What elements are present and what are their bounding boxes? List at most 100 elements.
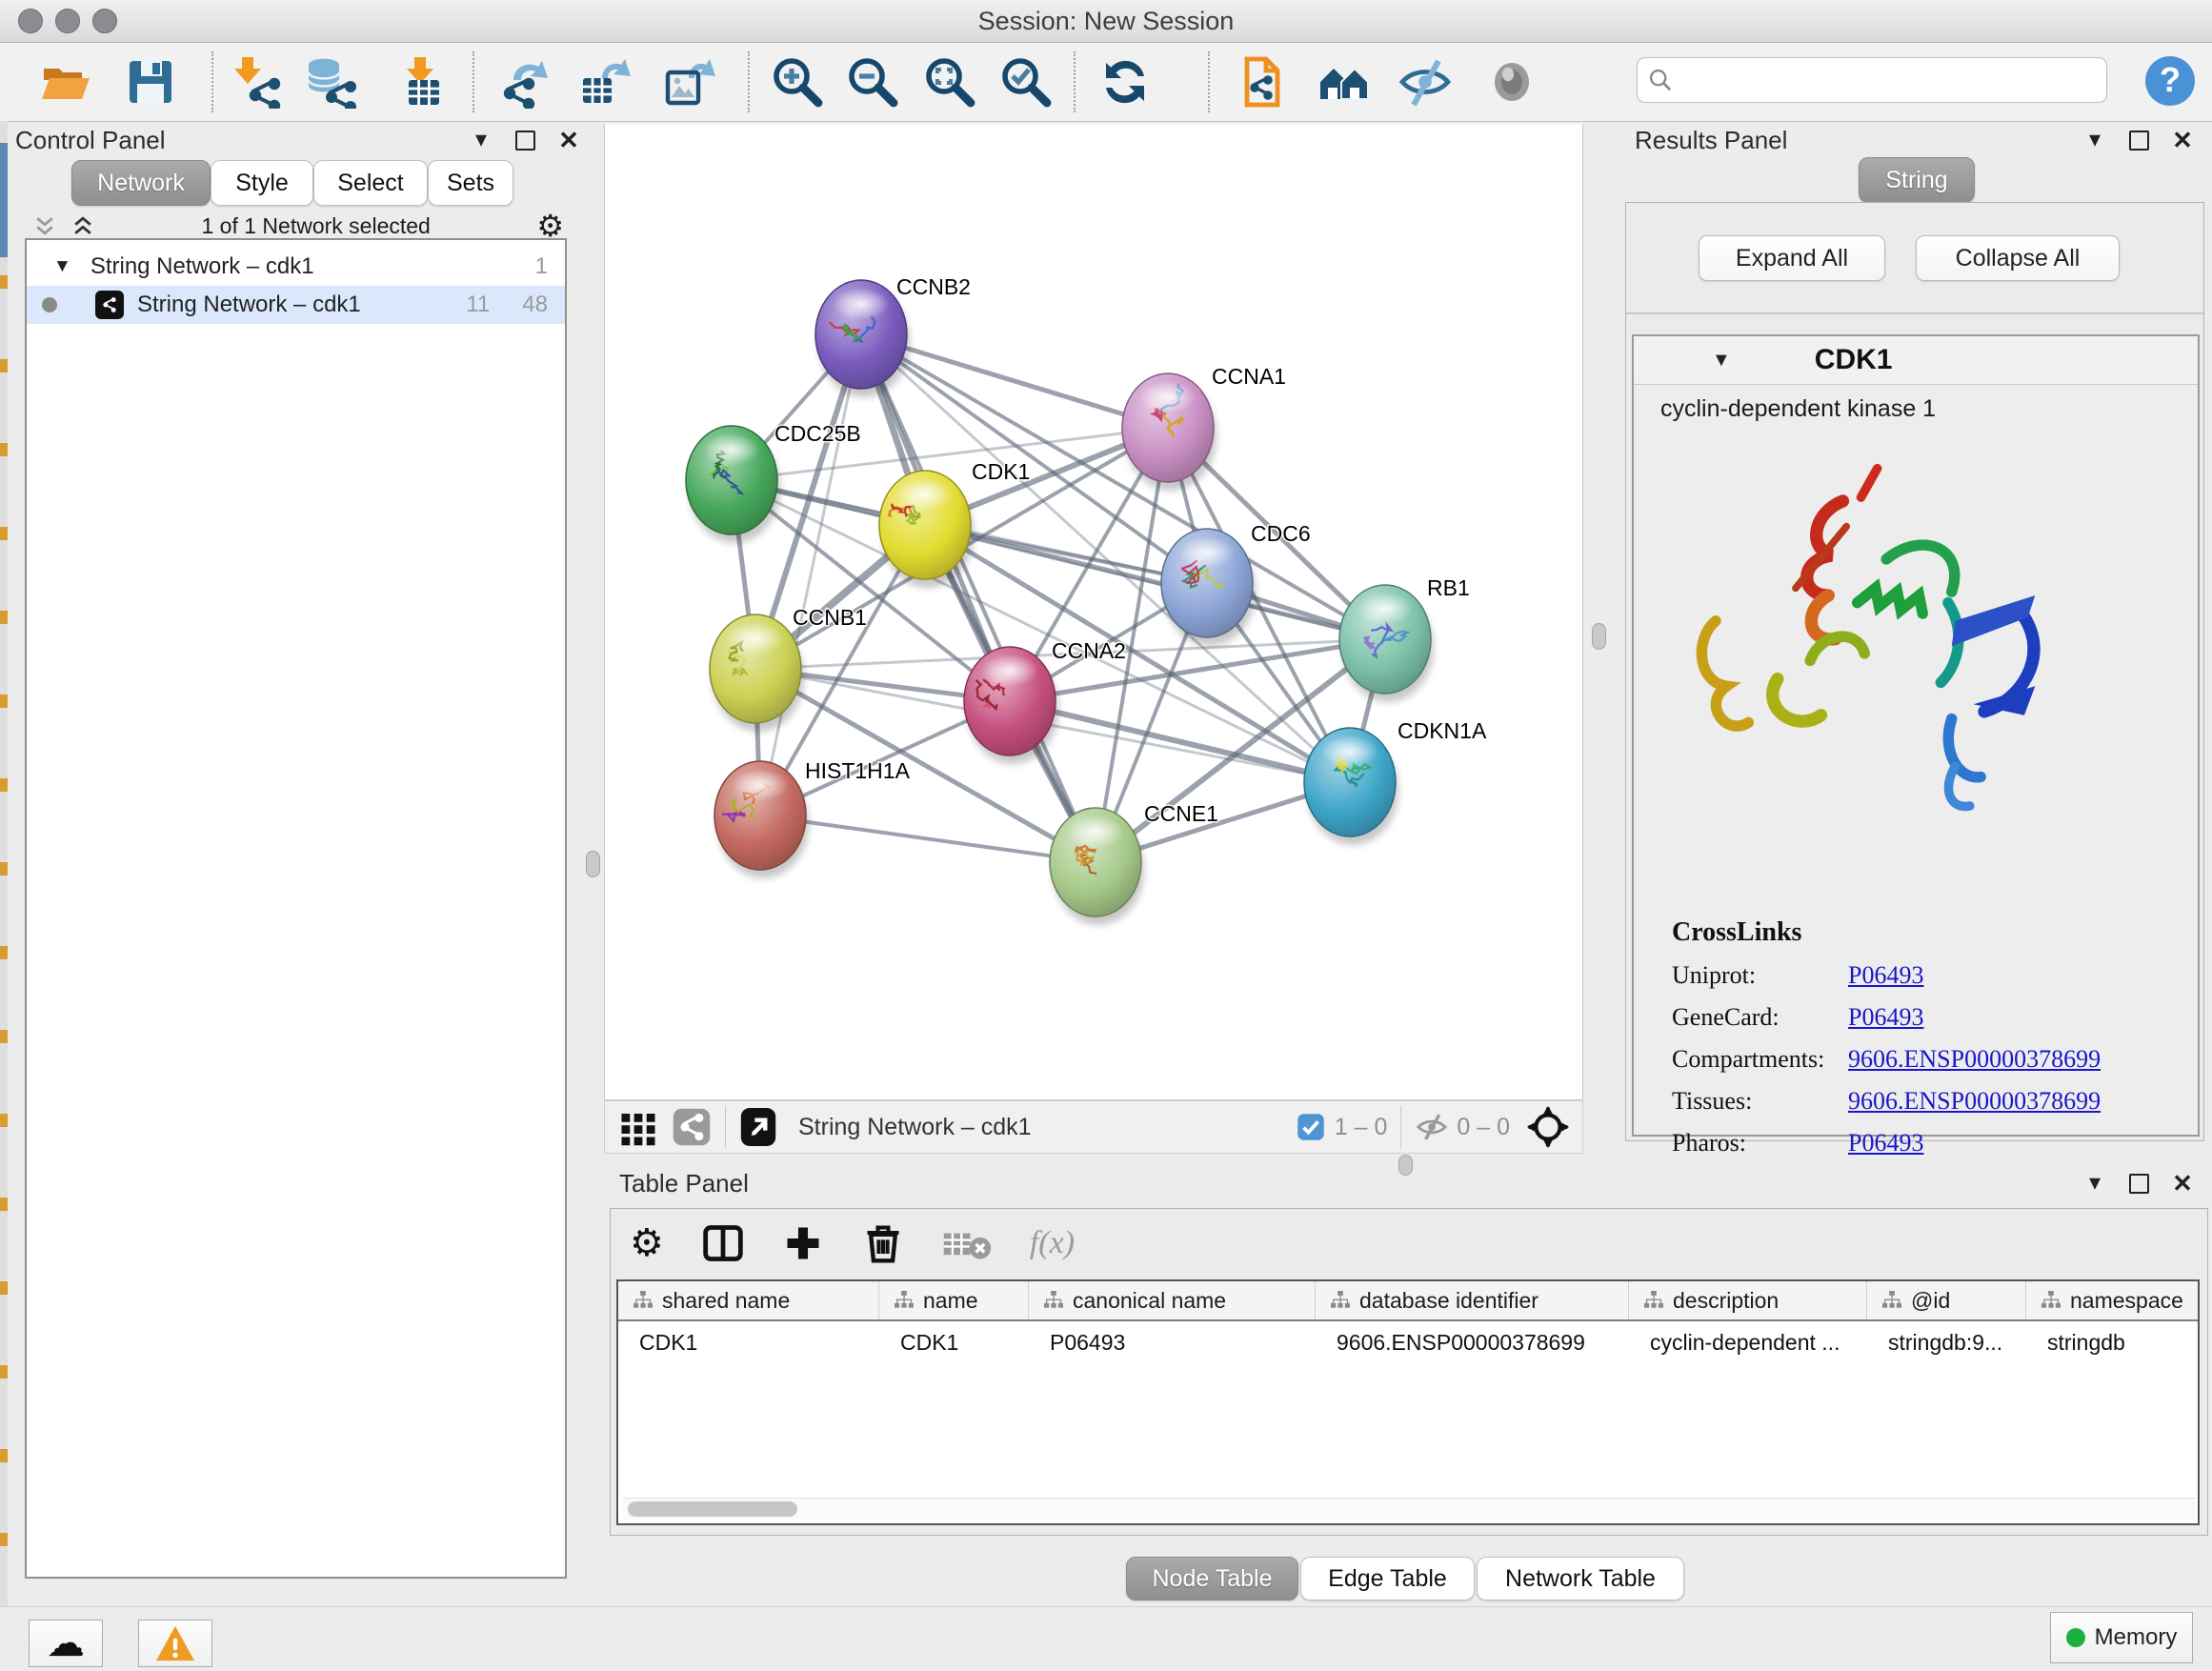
network-canvas[interactable]: CCNB2CCNA1CDC25BCDK1CDC6RB1CCNB1CCNA2CDK… [604, 124, 1583, 1100]
network-collection-row[interactable]: ▼ String Network – cdk1 1 [27, 248, 565, 286]
function-builder-button[interactable]: f(x) [1030, 1225, 1075, 1261]
zoom-fit-button[interactable] [921, 53, 978, 111]
table-row[interactable]: CDK1CDK1P064939606.ENSP00000378699cyclin… [618, 1321, 2198, 1363]
right-splitter-handle[interactable] [1592, 623, 1606, 650]
collapse-all-icon[interactable] [32, 213, 57, 238]
edge-HIST1H1A-CCNE1[interactable] [760, 815, 1096, 862]
export-image-button[interactable] [660, 53, 717, 111]
tab-network-table[interactable]: Network Table [1477, 1557, 1684, 1601]
node-HIST1H1A[interactable] [714, 761, 809, 878]
zoom-selected-button[interactable] [997, 53, 1055, 111]
node-CCNB1[interactable] [710, 614, 804, 732]
crosslink-value-link[interactable]: 9606.ENSP00000378699 [1848, 1045, 2101, 1074]
crosslinks-title: CrossLinks [1672, 917, 2101, 948]
delete-table-icon[interactable] [942, 1222, 992, 1264]
column-header-name[interactable]: name [879, 1281, 1029, 1319]
table-panel-maximize-button[interactable] [2124, 1169, 2153, 1198]
left-splitter-handle[interactable] [586, 851, 600, 877]
table-panel-close-button[interactable]: ✕ [2168, 1169, 2197, 1198]
delete-column-icon[interactable] [862, 1222, 904, 1264]
edge-CDK1-RB1[interactable] [925, 525, 1385, 639]
import-network-file-button[interactable] [229, 53, 286, 111]
node-CDC25B[interactable] [686, 426, 780, 543]
tab-edge-table[interactable]: Edge Table [1300, 1557, 1475, 1601]
node-CDC6[interactable] [1161, 529, 1256, 646]
node-label-CDKN1A: CDKN1A [1398, 718, 1487, 743]
column-header-shared-name[interactable]: shared name [618, 1281, 879, 1319]
column-header-database-identifier[interactable]: database identifier [1316, 1281, 1629, 1319]
crosslink-value-link[interactable]: P06493 [1848, 1003, 1923, 1032]
table-cell: stringdb [2026, 1330, 2212, 1356]
hide-selected-button[interactable] [1397, 53, 1454, 111]
expand-all-button[interactable]: Expand All [1699, 235, 1885, 281]
import-network-database-button[interactable] [303, 53, 360, 111]
table-horizontal-scrollbar[interactable] [622, 1498, 2196, 1520]
open-session-button[interactable] [36, 53, 93, 111]
save-session-button[interactable] [122, 53, 179, 111]
node-CCNE1[interactable] [1050, 808, 1144, 925]
collapse-all-button[interactable]: Collapse All [1916, 235, 2120, 281]
column-type-icon [1331, 1291, 1350, 1310]
crosslink-row: GeneCard:P06493 [1672, 1003, 2101, 1032]
tab-style[interactable]: Style [211, 160, 313, 206]
birdseye-view-button[interactable] [739, 1106, 777, 1148]
crosslink-value-link[interactable]: 9606.ENSP00000378699 [1848, 1087, 2101, 1116]
tab-select[interactable]: Select [313, 160, 428, 206]
node-label-CCNB1: CCNB1 [793, 605, 867, 630]
results-panel-close-button[interactable]: ✕ [2168, 126, 2197, 154]
node-CCNA2[interactable] [964, 647, 1058, 764]
column-header-canonical-name[interactable]: canonical name [1029, 1281, 1316, 1319]
table-panel-float-button[interactable]: ▾ [2081, 1169, 2109, 1198]
refresh-button[interactable] [1096, 53, 1154, 111]
scrollbar-thumb[interactable] [628, 1501, 797, 1517]
table-container: ⚙ f(x) shared namenamecanonical namedata… [610, 1208, 2208, 1536]
zoom-out-button[interactable] [844, 53, 901, 111]
node-label-CDC25B: CDC25B [774, 421, 861, 446]
expand-all-icon[interactable] [70, 213, 95, 238]
column-header-description[interactable]: description [1629, 1281, 1867, 1319]
show-all-button[interactable] [1483, 53, 1540, 111]
gene-expander-icon[interactable]: ▼ [1712, 350, 1731, 372]
cloud-services-button[interactable]: ☁ [29, 1620, 103, 1667]
control-panel-maximize-button[interactable] [511, 126, 539, 154]
table-options-gear-icon[interactable]: ⚙ [630, 1224, 664, 1262]
import-table-file-button[interactable] [392, 53, 449, 111]
tab-network[interactable]: Network [71, 160, 211, 206]
results-panel-maximize-button[interactable] [2124, 126, 2153, 154]
grid-view-button[interactable] [618, 1106, 658, 1148]
search-input[interactable] [1674, 66, 2106, 94]
node-CDKN1A[interactable] [1304, 728, 1398, 845]
add-column-icon[interactable] [782, 1222, 824, 1264]
help-button[interactable]: ? [2145, 56, 2195, 106]
share-document-button[interactable] [1234, 53, 1291, 111]
edge-CCNB2-HIST1H1A[interactable] [760, 334, 861, 815]
home-networks-button[interactable] [1315, 53, 1372, 111]
crosslink-value-link[interactable]: P06493 [1848, 961, 1923, 990]
selected-checkbox[interactable] [1297, 1106, 1325, 1148]
network-row[interactable]: String Network – cdk1 11 48 [27, 286, 565, 324]
tab-node-table[interactable]: Node Table [1126, 1557, 1298, 1601]
zoom-in-button[interactable] [769, 53, 826, 111]
gene-section-header[interactable]: ▼ CDK1 [1634, 336, 2198, 385]
string-style-button[interactable] [672, 1106, 712, 1148]
warnings-button[interactable] [138, 1620, 212, 1667]
hidden-items-icon[interactable] [1415, 1106, 1449, 1148]
crosslink-value-link[interactable]: P06493 [1848, 1129, 1923, 1158]
column-header-namespace[interactable]: namespace [2026, 1281, 2212, 1319]
export-network-button[interactable] [496, 53, 553, 111]
column-header--id[interactable]: @id [1867, 1281, 2026, 1319]
tab-sets[interactable]: Sets [428, 160, 513, 206]
results-panel-float-button[interactable]: ▾ [2081, 126, 2109, 154]
tab-string-results[interactable]: String [1859, 157, 1975, 203]
collection-expander-icon[interactable]: ▼ [53, 256, 71, 277]
node-CDK1[interactable] [879, 471, 974, 588]
memory-button[interactable]: Memory [2050, 1612, 2193, 1663]
control-panel-float-button[interactable]: ▾ [467, 126, 495, 154]
export-table-button[interactable] [575, 53, 633, 111]
fit-content-button[interactable] [1527, 1106, 1569, 1148]
node-RB1[interactable] [1339, 585, 1434, 702]
control-panel-close-button[interactable]: ✕ [554, 126, 583, 154]
show-columns-icon[interactable] [702, 1222, 744, 1264]
save-icon [124, 55, 177, 109]
node-CCNA1[interactable] [1122, 373, 1217, 491]
